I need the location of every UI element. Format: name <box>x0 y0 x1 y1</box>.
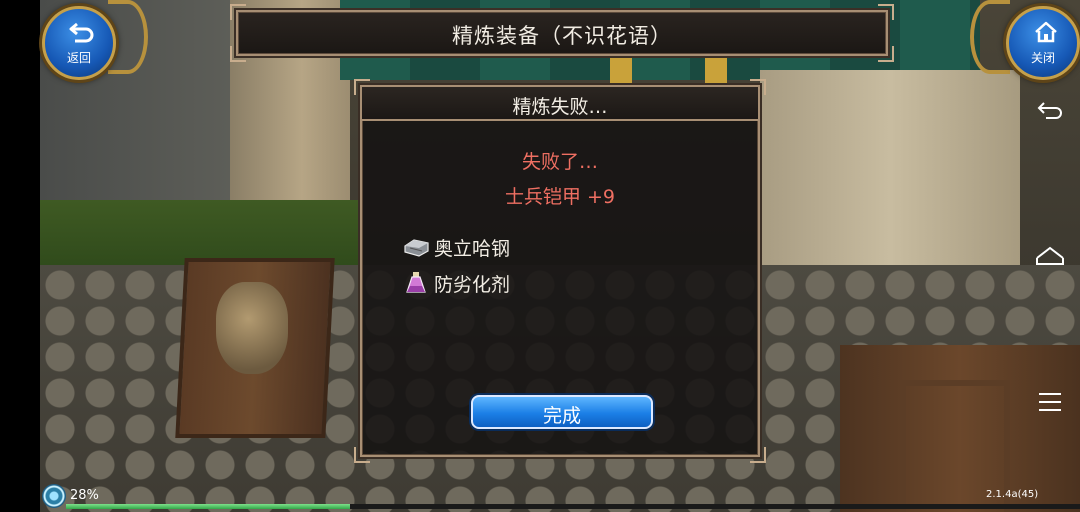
back-button[interactable]: 返回 <box>42 6 116 80</box>
nav-back-button[interactable] <box>1034 94 1066 126</box>
menu-icon <box>1039 393 1061 411</box>
page-title-bar: 精炼装备（不识花语） <box>230 4 894 62</box>
dialog-header: 精炼失败… <box>362 87 758 121</box>
button-ornament <box>970 0 1010 74</box>
progress-percent: 28% <box>70 488 99 503</box>
frame-corner <box>750 447 766 463</box>
progress-bar-fill <box>66 504 350 509</box>
page-title: 精炼装备（不识花语） <box>452 24 672 48</box>
home-icon <box>1036 246 1064 265</box>
potion-bottle-icon <box>402 270 430 296</box>
screen-inset-bar <box>0 0 40 512</box>
nav-menu-button[interactable] <box>1034 386 1066 418</box>
material-item: 奥立哈钢 <box>402 233 510 261</box>
close-button[interactable]: 关闭 <box>1006 6 1080 80</box>
frame-corner <box>878 4 894 20</box>
frame-corner <box>354 447 370 463</box>
version-label: 2.1.4a(45) <box>986 489 1039 500</box>
sack-emblem <box>216 282 288 374</box>
fail-message: 失败了… <box>521 151 598 173</box>
back-icon <box>1037 102 1062 119</box>
steel-ingot-icon <box>402 234 430 260</box>
material-name: 奥立哈钢 <box>434 237 511 260</box>
back-button-label: 返回 <box>66 51 91 65</box>
return-arrow-icon <box>69 22 94 43</box>
loading-orb-icon <box>42 484 66 508</box>
done-button-label: 完成 <box>542 405 581 427</box>
nav-home-button[interactable] <box>1034 240 1066 272</box>
material-name: 防劣化剂 <box>434 273 511 296</box>
refine-result-dialog: 精炼失败… 失败了… 士兵铠甲 +9 奥立哈钢 防劣化剂 完成 <box>354 79 766 463</box>
done-button[interactable]: 完成 <box>471 395 653 429</box>
material-item: 防劣化剂 <box>402 269 510 297</box>
close-button-label: 关闭 <box>1030 51 1055 65</box>
house-icon <box>1035 21 1057 43</box>
failed-item-name: 士兵铠甲 +9 <box>504 186 616 208</box>
system-nav-bar <box>1020 90 1080 420</box>
dialog-title: 精炼失败… <box>512 96 608 118</box>
frame-corner <box>230 4 246 20</box>
progress-bar <box>66 504 1080 509</box>
